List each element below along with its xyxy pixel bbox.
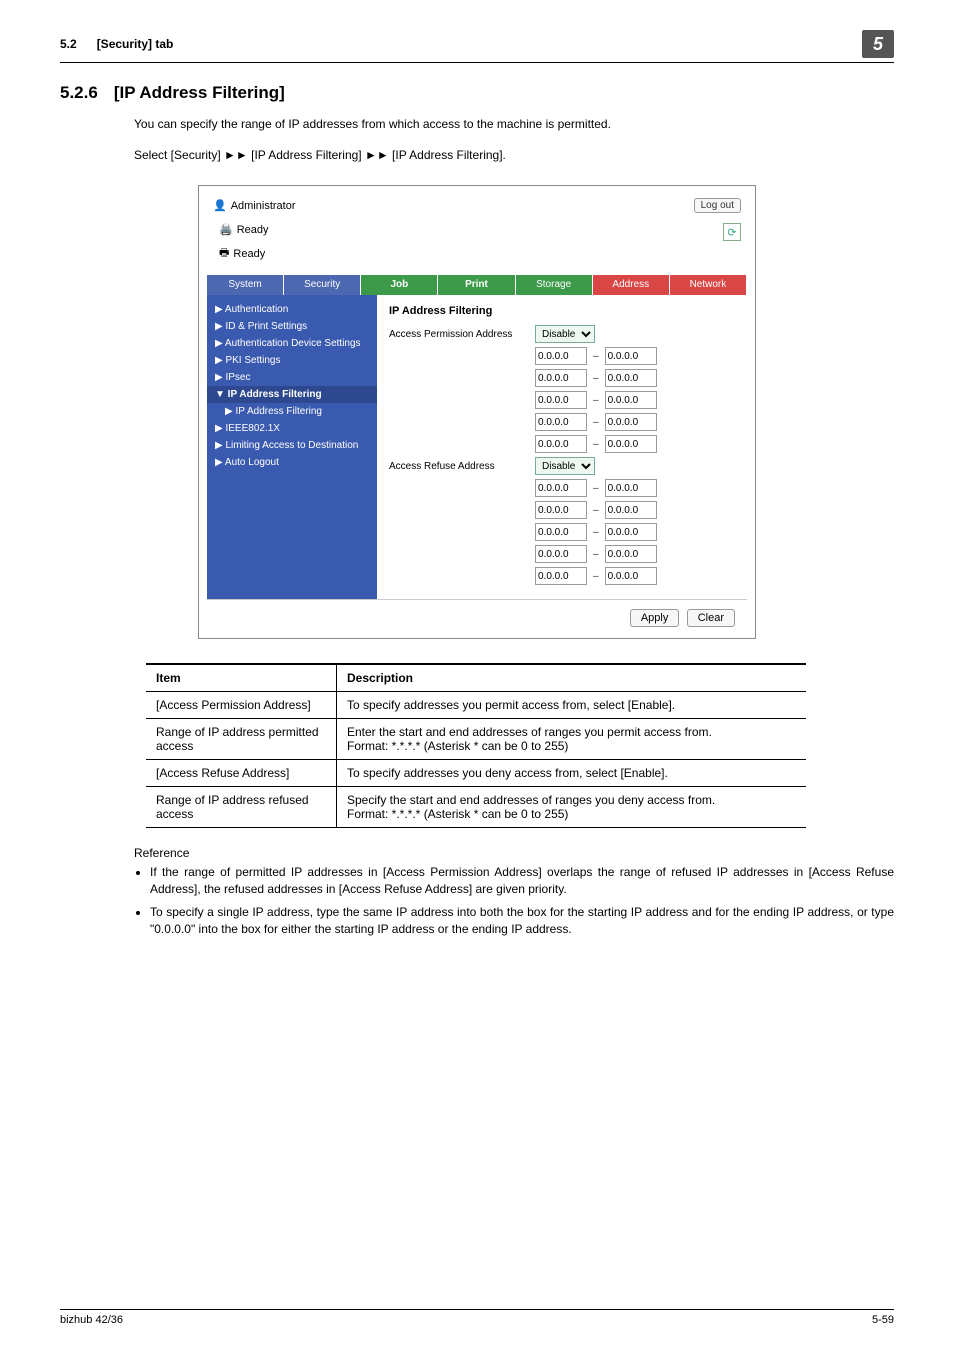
refuse-ip-start-5[interactable] xyxy=(535,567,587,585)
heading-number: 5.2.6 xyxy=(60,83,98,103)
intro-paragraph-2: Select [Security] ►► [IP Address Filteri… xyxy=(134,146,894,165)
perm-address-select[interactable]: Disable xyxy=(535,325,595,343)
cell-desc: Enter the start and end addresses of ran… xyxy=(337,719,807,760)
tab-storage[interactable]: Storage xyxy=(516,275,593,295)
sidebar-item-ipsec[interactable]: ▶ IPsec xyxy=(207,369,377,386)
admin-screenshot: 👤 Administrator Log out 🖨️ Ready 🖶 Ready… xyxy=(198,185,756,639)
perm-ip-start-2[interactable] xyxy=(535,369,587,387)
table-row: [Access Refuse Address] To specify addre… xyxy=(146,760,806,787)
cell-desc: To specify addresses you permit access f… xyxy=(337,692,807,719)
heading-title: [IP Address Filtering] xyxy=(114,83,285,103)
table-row: Range of IP address permitted access Ent… xyxy=(146,719,806,760)
tab-system[interactable]: System xyxy=(207,275,284,295)
perm-ip-end-2[interactable] xyxy=(605,369,657,387)
perm-ip-start-1[interactable] xyxy=(535,347,587,365)
perm-address-label: Access Permission Address xyxy=(389,329,529,340)
chapter-badge: 5 xyxy=(862,30,894,58)
status-icon: 🖶 xyxy=(219,244,229,263)
cell-item: Range of IP address refused access xyxy=(146,787,337,828)
sidebar-item-auto-logout[interactable]: ▶ Auto Logout xyxy=(207,454,377,471)
th-description: Description xyxy=(337,664,807,692)
refuse-ip-start-3[interactable] xyxy=(535,523,587,541)
refuse-ip-end-5[interactable] xyxy=(605,567,657,585)
perm-ip-start-4[interactable] xyxy=(535,413,587,431)
status-ready: Ready xyxy=(233,248,265,260)
reference-label: Reference xyxy=(134,846,894,860)
admin-label: Administrator xyxy=(231,200,296,212)
reference-bullet-1: If the range of permitted IP addresses i… xyxy=(150,864,894,898)
perm-ip-start-3[interactable] xyxy=(535,391,587,409)
refuse-ip-end-4[interactable] xyxy=(605,545,657,563)
refuse-address-select[interactable]: Disable xyxy=(535,457,595,475)
sidebar-item-auth-device[interactable]: ▶ Authentication Device Settings xyxy=(207,335,377,352)
content-title: IP Address Filtering xyxy=(389,305,735,317)
tab-address[interactable]: Address xyxy=(593,275,670,295)
footer-page: 5-59 xyxy=(872,1314,894,1326)
sidebar: ▶ Authentication ▶ ID & Print Settings ▶… xyxy=(207,295,377,599)
header-section-title: [Security] tab xyxy=(97,37,174,51)
description-table: Item Description [Access Permission Addr… xyxy=(146,663,806,828)
table-row: [Access Permission Address] To specify a… xyxy=(146,692,806,719)
tab-job[interactable]: Job xyxy=(361,275,438,295)
cell-item: [Access Permission Address] xyxy=(146,692,337,719)
refuse-ip-start-1[interactable] xyxy=(535,479,587,497)
refuse-address-label: Access Refuse Address xyxy=(389,461,529,472)
sidebar-item-pki[interactable]: ▶ PKI Settings xyxy=(207,352,377,369)
tab-bar: System Security Job Print Storage Addres… xyxy=(207,275,747,295)
refuse-ip-end-3[interactable] xyxy=(605,523,657,541)
sidebar-item-limiting[interactable]: ▶ Limiting Access to Destination xyxy=(207,437,377,454)
tab-print[interactable]: Print xyxy=(438,275,515,295)
header-section-number: 5.2 xyxy=(60,37,77,51)
sidebar-item-ip-filtering[interactable]: ▶ IP Address Filtering xyxy=(207,403,377,420)
printer-icon: 🖨️ xyxy=(219,223,233,236)
header-rule xyxy=(60,62,894,63)
refresh-icon[interactable]: ⟳ xyxy=(723,223,741,241)
clear-button[interactable]: Clear xyxy=(687,609,735,627)
intro-paragraph-1: You can specify the range of IP addresse… xyxy=(134,115,894,134)
perm-ip-end-3[interactable] xyxy=(605,391,657,409)
sidebar-item-ip-filtering-group[interactable]: ▼ IP Address Filtering xyxy=(207,386,377,403)
printer-ready: Ready xyxy=(237,224,269,236)
logout-button[interactable]: Log out xyxy=(694,198,741,213)
cell-desc: Specify the start and end addresses of r… xyxy=(337,787,807,828)
perm-ip-end-1[interactable] xyxy=(605,347,657,365)
cell-item: [Access Refuse Address] xyxy=(146,760,337,787)
perm-ip-end-5[interactable] xyxy=(605,435,657,453)
refuse-ip-end-2[interactable] xyxy=(605,501,657,519)
refuse-ip-start-4[interactable] xyxy=(535,545,587,563)
tab-network[interactable]: Network xyxy=(670,275,747,295)
footer-model: bizhub 42/36 xyxy=(60,1314,123,1326)
tab-security[interactable]: Security xyxy=(284,275,361,295)
apply-button[interactable]: Apply xyxy=(630,609,680,627)
user-icon: 👤 xyxy=(213,199,227,212)
refuse-ip-start-2[interactable] xyxy=(535,501,587,519)
table-row: Range of IP address refused access Speci… xyxy=(146,787,806,828)
reference-bullet-2: To specify a single IP address, type the… xyxy=(150,904,894,938)
content-pane: IP Address Filtering Access Permission A… xyxy=(377,295,747,599)
perm-ip-end-4[interactable] xyxy=(605,413,657,431)
th-item: Item xyxy=(146,664,337,692)
cell-desc: To specify addresses you deny access fro… xyxy=(337,760,807,787)
perm-ip-start-5[interactable] xyxy=(535,435,587,453)
cell-item: Range of IP address permitted access xyxy=(146,719,337,760)
sidebar-item-authentication[interactable]: ▶ Authentication xyxy=(207,301,377,318)
sidebar-item-ieee8021x[interactable]: ▶ IEEE802.1X xyxy=(207,420,377,437)
refuse-ip-end-1[interactable] xyxy=(605,479,657,497)
sidebar-item-id-print[interactable]: ▶ ID & Print Settings xyxy=(207,318,377,335)
